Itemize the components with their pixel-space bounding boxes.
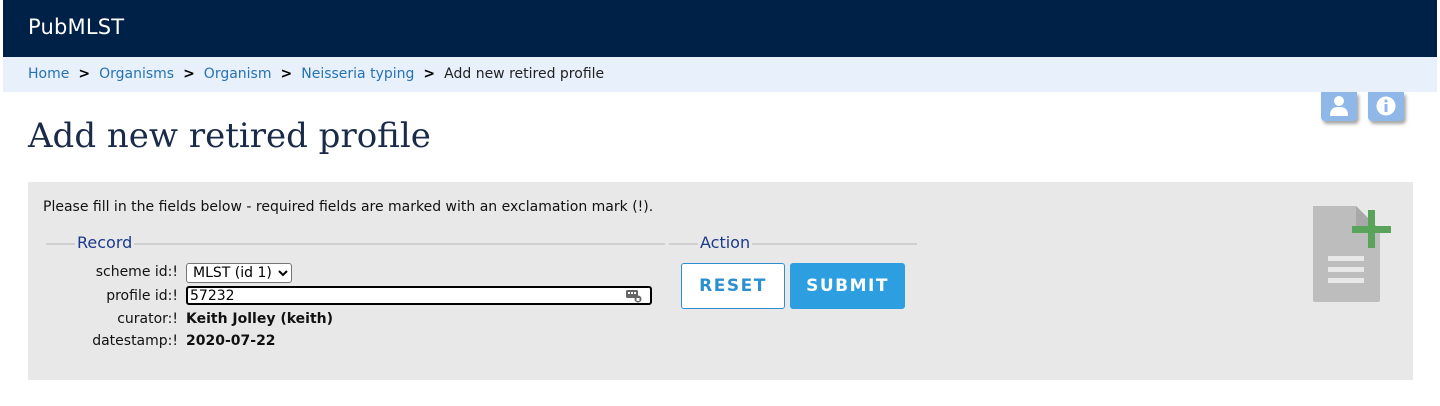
password-manager-icon[interactable]	[626, 289, 642, 303]
datestamp-label: datestamp:!	[92, 333, 178, 349]
record-fieldset-border	[46, 243, 665, 245]
record-legend: Record	[75, 233, 135, 252]
breadcrumb-bar: Home > Organisms > Organism > Neisseria typing…	[3, 57, 1437, 92]
user-button[interactable]	[1321, 92, 1357, 121]
datestamp-value: 2020-07-22	[186, 333, 276, 349]
reset-button[interactable]: RESET	[681, 263, 785, 309]
profile-id-label: profile id:!	[106, 288, 178, 304]
profile-id-field[interactable]	[186, 286, 652, 305]
info-button[interactable]	[1368, 92, 1404, 121]
breadcrumb-separator: >	[280, 66, 293, 82]
form-panel: Please fill in the fields below - requir…	[28, 182, 1413, 380]
curator-label: curator:!	[117, 311, 178, 327]
breadcrumb-separator: >	[78, 66, 91, 82]
scheme-id-label: scheme id:!	[95, 264, 178, 280]
breadcrumb-organisms[interactable]: Organisms	[99, 66, 174, 82]
curator-value: Keith Jolley (keith)	[186, 311, 334, 327]
breadcrumb-organism[interactable]: Organism	[204, 66, 272, 82]
site-header: PubMLST	[3, 0, 1437, 57]
breadcrumb-separator: >	[423, 66, 436, 82]
scheme-id-select[interactable]: MLST (id 1)	[186, 263, 292, 283]
add-document-icon	[1313, 206, 1391, 302]
breadcrumb-neisseria-typing[interactable]: Neisseria typing	[301, 66, 414, 82]
breadcrumb-home[interactable]: Home	[28, 66, 69, 82]
page-title: Add new retired profile	[28, 116, 431, 156]
profile-id-input[interactable]	[189, 288, 620, 303]
user-icon	[1330, 96, 1348, 116]
action-legend: Action	[698, 233, 753, 252]
submit-button[interactable]: SUBMIT	[790, 263, 905, 309]
breadcrumb-separator: >	[183, 66, 195, 82]
breadcrumb: Home > Organisms > Organism > Neisseria typing…	[28, 66, 604, 82]
site-brand[interactable]: PubMLST	[28, 15, 124, 39]
info-icon	[1376, 96, 1396, 116]
form-instructions: Please fill in the fields below - requir…	[43, 199, 654, 215]
breadcrumb-current: Add new retired profile	[444, 66, 605, 82]
